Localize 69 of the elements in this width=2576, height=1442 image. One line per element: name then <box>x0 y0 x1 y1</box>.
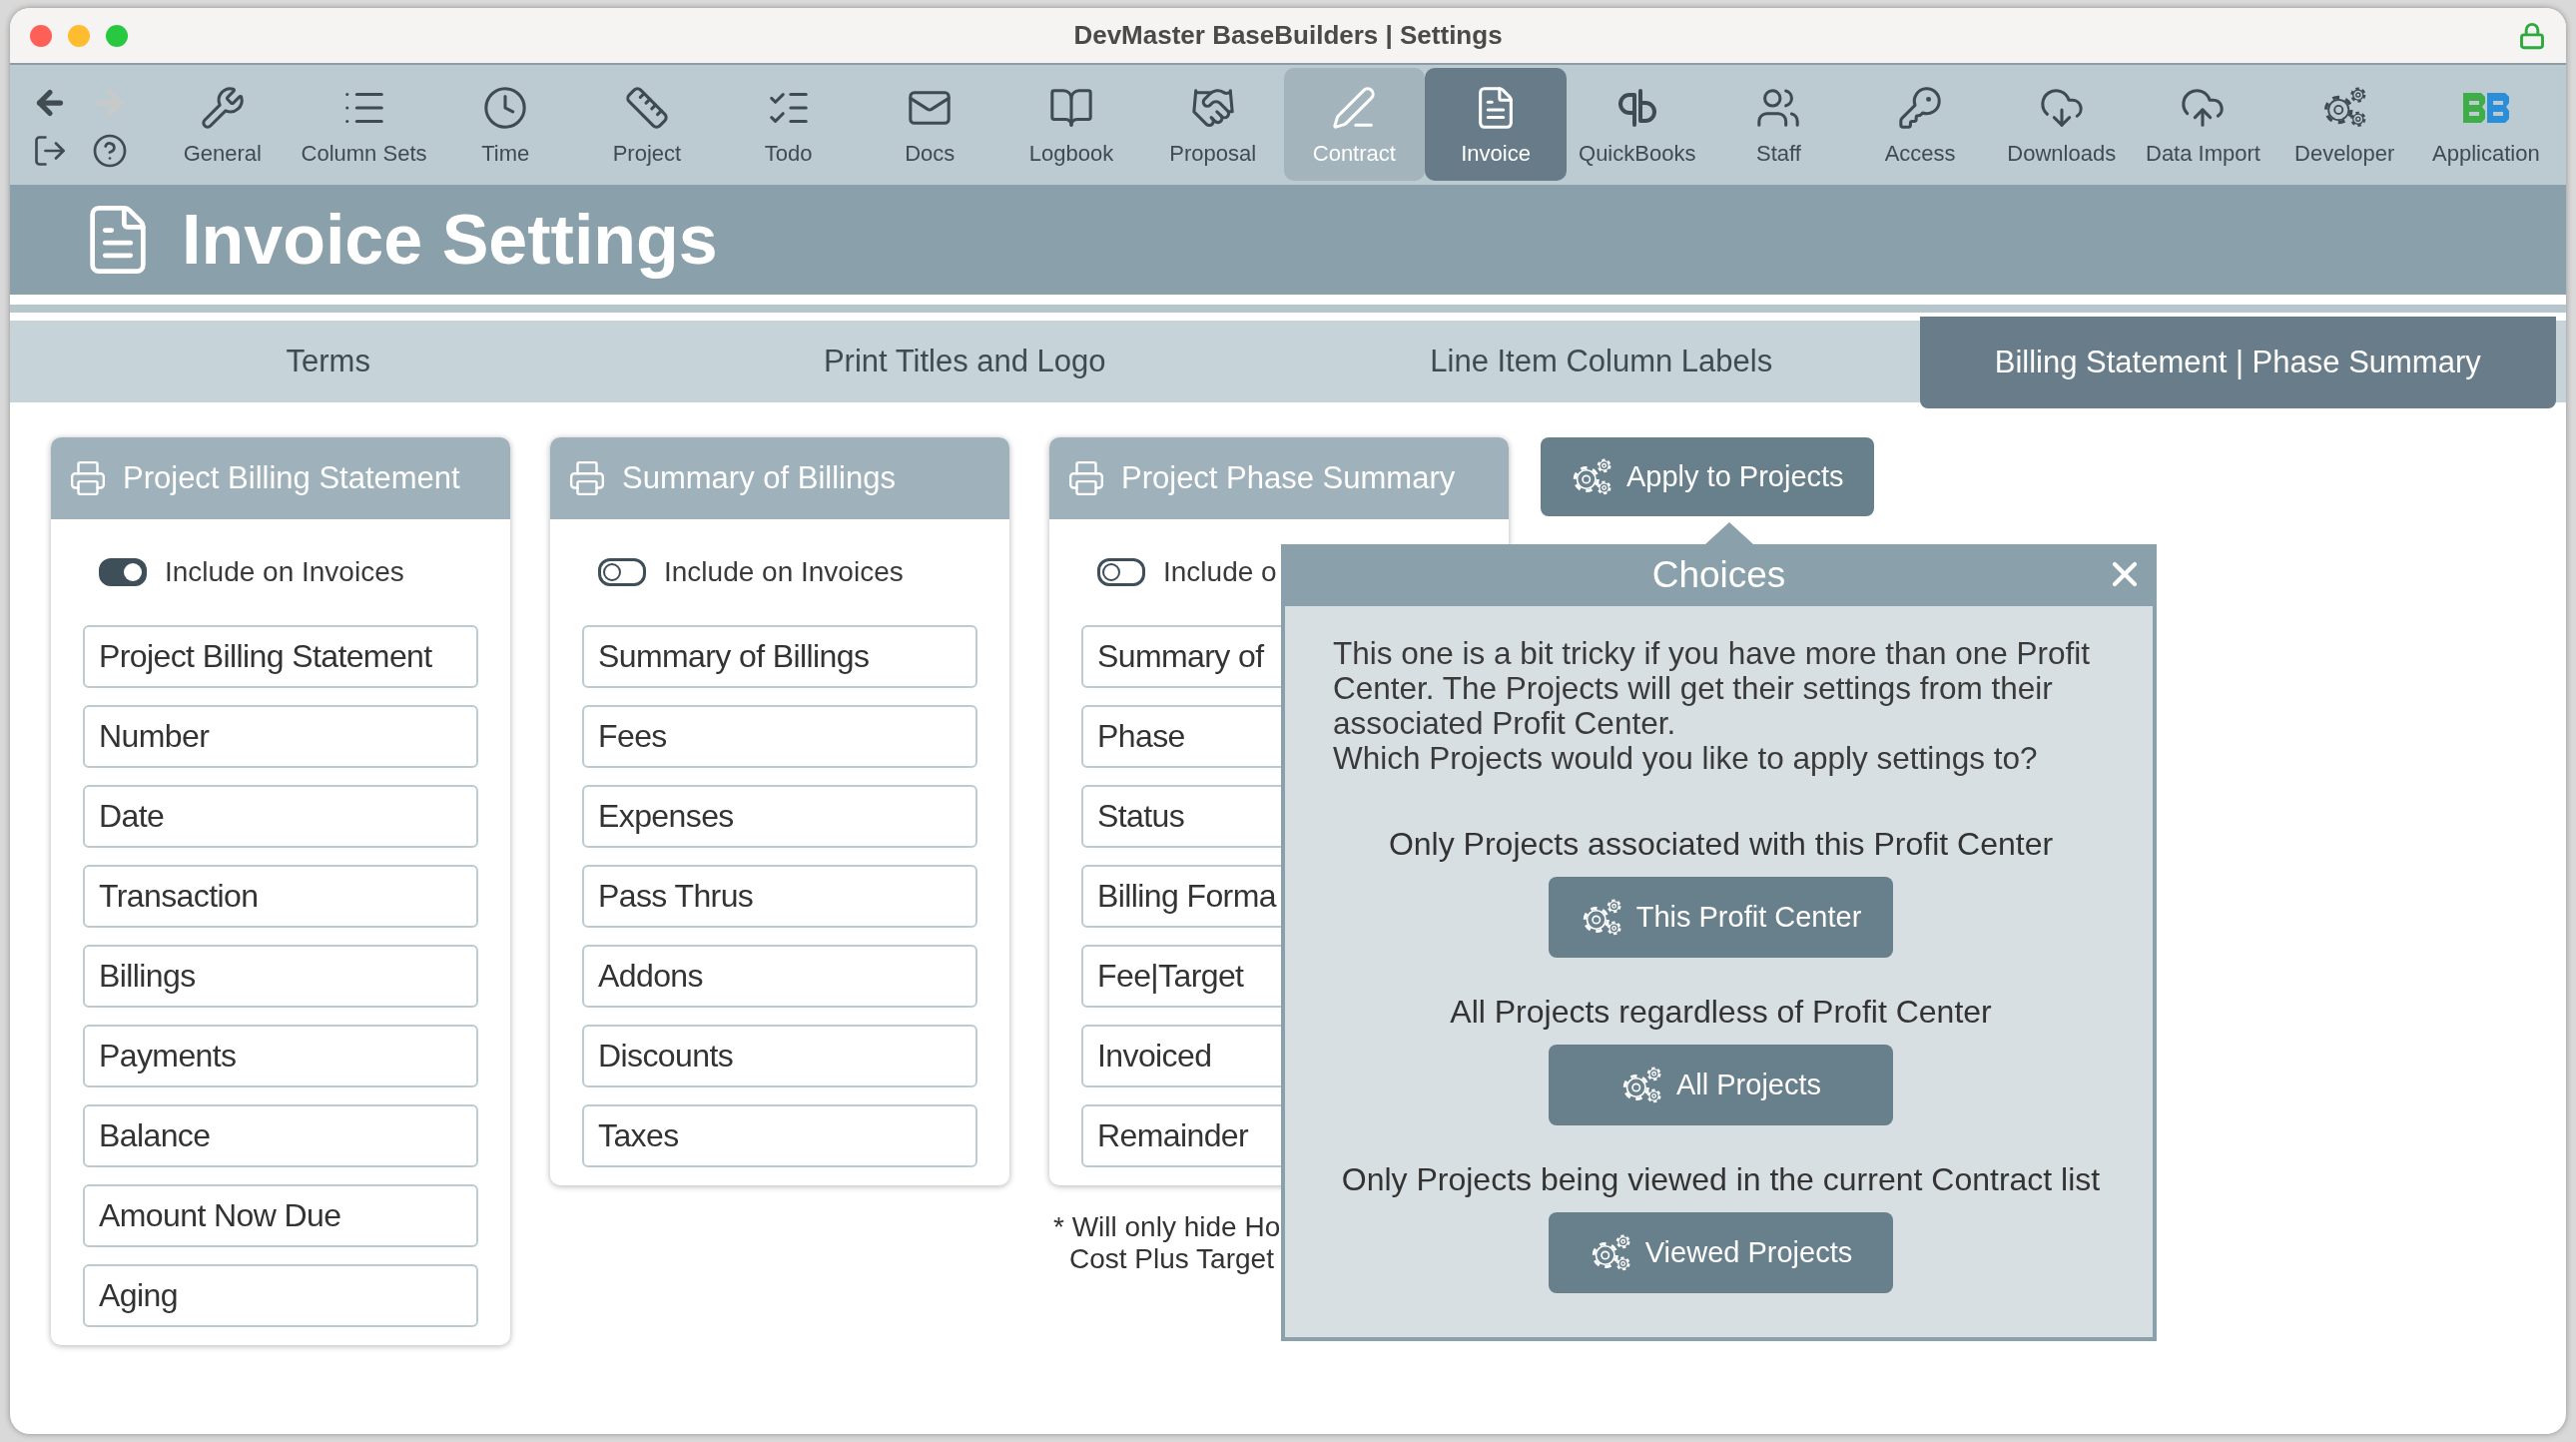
toolbar-item[interactable]: QuickBooks <box>1566 68 1708 181</box>
toggle-switch[interactable] <box>598 558 646 586</box>
wrench-icon <box>199 84 246 131</box>
window-title: DevMaster BaseBuilders | Settings <box>1072 20 1504 51</box>
text-field[interactable]: Pass Thrus <box>582 865 977 928</box>
text-field[interactable]: Transaction <box>83 865 478 928</box>
lock-icon <box>2518 21 2546 50</box>
toggle-label: Include on Invoices <box>165 556 404 588</box>
toolbar-item[interactable]: Developer <box>2273 68 2415 181</box>
card-title: Project Billing Statement <box>123 460 460 496</box>
printer-icon <box>568 459 606 497</box>
text-field[interactable]: Number <box>83 705 478 768</box>
text-field[interactable]: Summary of Billings <box>582 625 977 688</box>
choice-button[interactable]: This Profit Center <box>1549 877 1893 958</box>
choice-button[interactable]: Viewed Projects <box>1549 1212 1893 1293</box>
text-field[interactable]: Balance <box>83 1104 478 1167</box>
text-field[interactable]: Project Billing Statement <box>83 625 478 688</box>
toolbar-item[interactable]: Todo <box>717 68 860 181</box>
toolbar-item[interactable]: Staff <box>1707 68 1850 181</box>
toolbar-item[interactable]: Access <box>1849 68 1991 181</box>
popover-title: Choices <box>1651 554 1786 596</box>
toggle-switch[interactable] <box>1097 558 1145 586</box>
toolbar-item[interactable]: Logbook <box>1000 68 1142 181</box>
card-title: Project Phase Summary <box>1121 460 1456 496</box>
footnote-text: * Will only hide Ho <box>1053 1211 1282 1243</box>
text-field[interactable]: Discounts <box>582 1025 977 1087</box>
printer-icon <box>1067 459 1105 497</box>
gears-icon <box>1571 457 1612 496</box>
text-field[interactable]: Aging <box>83 1264 478 1327</box>
toolbar-item[interactable]: Docs <box>859 68 1001 181</box>
toggle-label: Include on Invoices <box>664 556 904 588</box>
page-title: Invoice Settings <box>182 200 718 280</box>
toggle-label: Include o <box>1163 556 1277 588</box>
tab[interactable]: Billing Statement | Phase Summary <box>1919 317 2556 408</box>
toolbar-item[interactable]: Project <box>576 68 718 181</box>
toolbar-item[interactable]: Application <box>2415 68 2557 181</box>
pen-icon <box>1331 84 1378 131</box>
help-button[interactable] <box>92 132 128 169</box>
clock-icon <box>482 84 529 131</box>
text-field[interactable]: Billings <box>83 945 478 1008</box>
footnote-text: Cost Plus Target <box>1068 1243 1275 1275</box>
text-field[interactable]: Fees <box>582 705 977 768</box>
toolbar-item[interactable]: Invoice <box>1425 68 1567 181</box>
tab[interactable]: Terms <box>10 321 647 402</box>
tab[interactable]: Print Titles and Logo <box>646 321 1283 402</box>
text-field[interactable]: Payments <box>83 1025 478 1087</box>
text-field[interactable]: Addons <box>582 945 977 1008</box>
tab[interactable]: Line Item Column Labels <box>1283 321 1920 402</box>
text-field[interactable]: Taxes <box>582 1104 977 1167</box>
choice-button[interactable]: All Projects <box>1549 1045 1893 1125</box>
toolbar-item[interactable]: Time <box>434 68 577 181</box>
close-window-button[interactable] <box>30 24 52 47</box>
text-field[interactable]: Amount Now Due <box>83 1184 478 1247</box>
text-field[interactable]: Expenses <box>582 785 977 848</box>
help-icon <box>92 132 128 169</box>
apply-button[interactable]: Apply to Projects <box>1541 437 1874 516</box>
toolbar-item[interactable]: Proposal <box>1141 68 1284 181</box>
toolbar-item[interactable]: Column Sets <box>293 68 435 181</box>
toolbar-item[interactable]: Data Import <box>2132 68 2274 181</box>
toolbar-item[interactable]: Downloads <box>1990 68 2133 181</box>
toolbar-item[interactable]: General <box>152 68 294 181</box>
text-field[interactable]: Date <box>83 785 478 848</box>
ruler-icon <box>623 84 670 131</box>
key-icon <box>1897 84 1944 131</box>
gears-icon <box>2321 86 2368 129</box>
logo-icon <box>2460 90 2511 125</box>
toggle-switch[interactable] <box>99 558 147 586</box>
printer-icon <box>69 459 107 497</box>
card-title: Summary of Billings <box>622 460 896 496</box>
